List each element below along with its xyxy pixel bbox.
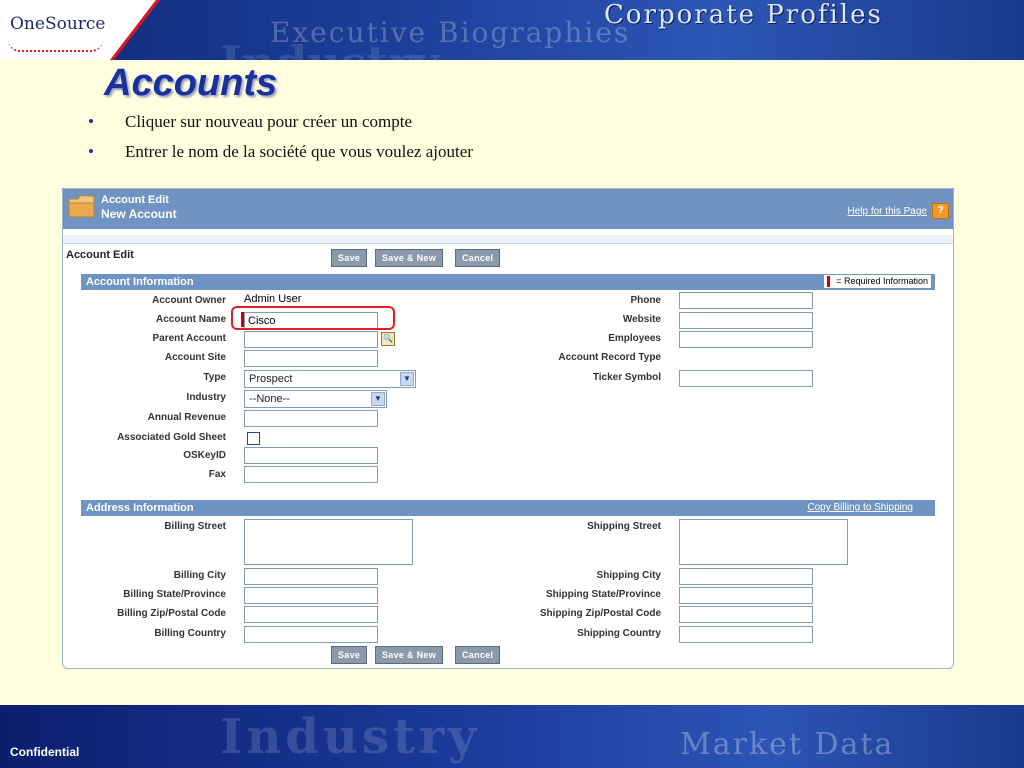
footer-bg-word-market-data: Market Data <box>680 727 895 762</box>
bullet-text: Cliquer sur nouveau pour créer un compte <box>125 112 413 131</box>
shipping-zip-input[interactable] <box>679 606 813 623</box>
bullet-item: • Cliquer sur nouveau pour créer un compt… <box>88 110 473 140</box>
annual-revenue-input[interactable] <box>244 410 378 427</box>
oskeyid-input[interactable] <box>244 447 378 464</box>
billing-city-input[interactable] <box>244 568 378 585</box>
label-account-owner: Account Owner <box>152 295 226 306</box>
label-industry: Industry <box>186 392 226 403</box>
copy-billing-link[interactable]: Copy Billing to Shipping <box>807 500 913 516</box>
cancel-button-bottom[interactable]: Cancel <box>455 646 501 664</box>
label-shipping-city: Shipping City <box>596 570 661 581</box>
confidential-label: Confidential <box>10 745 80 759</box>
bullet-dot-icon: • <box>88 142 94 161</box>
save-new-button[interactable]: Save & New <box>375 249 444 267</box>
label-shipping-street: Shipping Street <box>587 521 661 532</box>
industry-select[interactable]: --None-- ▼ <box>244 390 387 408</box>
billing-state-input[interactable] <box>244 587 378 604</box>
header-line2: New Account <box>101 207 177 221</box>
label-account-name: Account Name <box>155 314 226 325</box>
label-billing-state: Billing State/Province <box>123 589 226 600</box>
header-subbar <box>63 235 953 244</box>
folder-icon <box>68 195 95 218</box>
footer-banner: Industry Market Data Confidential <box>0 705 1024 768</box>
employees-input[interactable] <box>679 331 813 348</box>
shipping-country-input[interactable] <box>679 626 813 643</box>
label-ticker-symbol: Ticker Symbol <box>592 372 661 383</box>
label-billing-country: Billing Country <box>154 628 226 639</box>
label-phone: Phone <box>630 295 661 306</box>
footer-bg-word-industry: Industry <box>220 709 481 765</box>
gold-sheet-checkbox[interactable] <box>247 432 260 445</box>
save-button[interactable]: Save <box>331 249 368 267</box>
required-marker-icon <box>827 276 831 287</box>
fax-input[interactable] <box>244 466 378 483</box>
logo-dots-decoration <box>8 40 103 52</box>
type-select-value: Prospect <box>249 373 293 385</box>
label-account-record-type: Account Record Type <box>558 352 661 363</box>
required-legend: = Required Information <box>824 275 931 288</box>
chevron-down-icon[interactable]: ▼ <box>400 372 414 386</box>
chevron-down-icon[interactable]: ▼ <box>371 392 385 406</box>
label-annual-revenue: Annual Revenue <box>147 412 226 423</box>
banner-title: Corporate Profiles <box>604 0 883 30</box>
account-info-bar: Account Information = Required Informati… <box>81 274 935 290</box>
industry-select-value: --None-- <box>249 393 290 405</box>
bullet-item: • Entrer le nom de la société que vous vo… <box>88 140 473 170</box>
label-account-site: Account Site <box>164 352 226 363</box>
label-website: Website <box>622 314 661 325</box>
billing-country-input[interactable] <box>244 626 378 643</box>
label-employees: Employees <box>608 333 661 344</box>
label-fax: Fax <box>208 469 226 480</box>
form-header: Account Edit New Account Help for this P… <box>63 189 953 235</box>
edit-section-title: Account Edit <box>66 249 134 261</box>
account-owner-value: Admin User <box>244 293 302 305</box>
address-info-title: Address Information <box>86 502 194 514</box>
banner-bg-word-industry: Industry <box>220 36 439 60</box>
bullet-text: Entrer le nom de la société que vous vou… <box>125 142 473 161</box>
bullet-list: • Cliquer sur nouveau pour créer un compt… <box>88 110 473 170</box>
phone-input[interactable] <box>679 292 813 309</box>
required-legend-text: = Required Information <box>836 276 928 286</box>
website-input[interactable] <box>679 312 813 329</box>
billing-zip-input[interactable] <box>244 606 378 623</box>
save-button-bottom[interactable]: Save <box>331 646 368 664</box>
shipping-street-textarea[interactable] <box>679 519 848 565</box>
help-icon[interactable]: ? <box>932 203 949 219</box>
account-info-title: Account Information <box>86 276 194 288</box>
parent-account-input[interactable] <box>244 331 378 348</box>
label-shipping-zip: Shipping Zip/Postal Code <box>539 608 661 619</box>
account-name-highlight <box>231 306 395 330</box>
address-info-bar: Address Information Copy Billing to Ship… <box>81 500 935 516</box>
account-site-input[interactable] <box>244 350 378 367</box>
cancel-button[interactable]: Cancel <box>455 249 501 267</box>
label-gold-sheet: Associated Gold Sheet <box>117 432 226 443</box>
label-billing-street: Billing Street <box>164 521 226 532</box>
account-edit-form: Account Edit New Account Help for this P… <box>62 188 954 669</box>
shipping-state-input[interactable] <box>679 587 813 604</box>
onesource-logo: OneSource <box>10 14 106 34</box>
header-banner: Executive Biographies Industry Corporate… <box>0 0 1024 60</box>
label-parent-account: Parent Account <box>152 333 226 344</box>
label-billing-city: Billing City <box>173 570 226 581</box>
type-select[interactable]: Prospect ▼ <box>244 370 416 388</box>
label-type: Type <box>203 372 226 383</box>
billing-street-textarea[interactable] <box>244 519 413 565</box>
label-shipping-state: Shipping State/Province <box>545 589 661 600</box>
label-oskeyid: OSKeyID <box>183 450 226 461</box>
lookup-icon[interactable]: 🔍 <box>381 332 395 346</box>
shipping-city-input[interactable] <box>679 568 813 585</box>
help-link[interactable]: Help for this Page <box>848 206 928 217</box>
slide-title: Accounts <box>104 62 278 104</box>
save-new-button-bottom[interactable]: Save & New <box>375 646 444 664</box>
header-line1: Account Edit <box>101 194 169 206</box>
label-billing-zip: Billing Zip/Postal Code <box>117 608 226 619</box>
bullet-dot-icon: • <box>88 112 94 131</box>
label-shipping-country: Shipping Country <box>577 628 661 639</box>
ticker-symbol-input[interactable] <box>679 370 813 387</box>
